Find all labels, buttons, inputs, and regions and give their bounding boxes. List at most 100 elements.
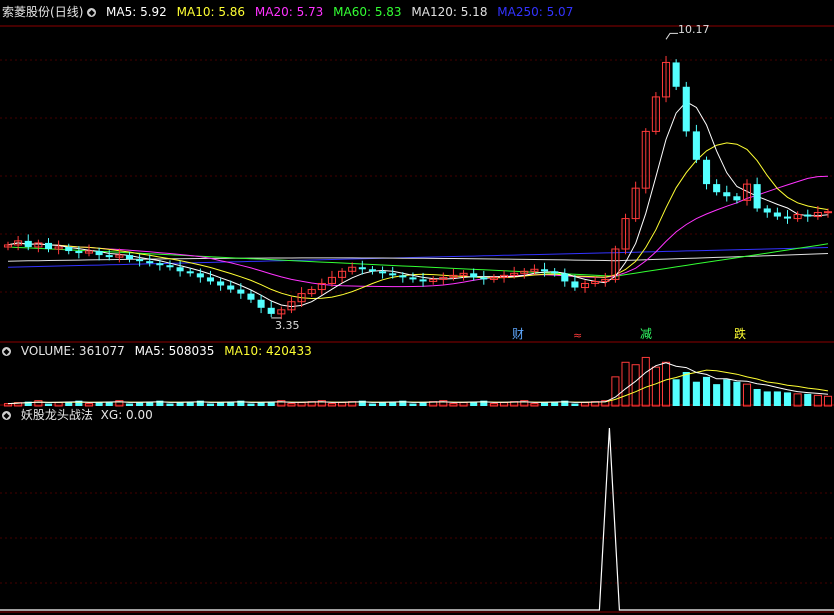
volume-bar-down [713, 384, 721, 406]
candle-body-down [247, 293, 255, 300]
candle-body-down [186, 271, 194, 274]
candle-body-down [156, 263, 164, 266]
candle-body-down [389, 273, 397, 276]
candle-body-down [702, 159, 711, 185]
candle-body-down [399, 275, 407, 278]
grid-lines [0, 25, 834, 613]
volume-bar-down [763, 391, 771, 406]
candle-body-down [470, 273, 478, 278]
candle-body-down [692, 131, 700, 160]
volume-bar-up [611, 376, 620, 407]
volume-bar-down [125, 403, 134, 406]
marker-die: 跌 [734, 326, 746, 341]
volume-bar-down [753, 389, 761, 406]
volume-panel-header: ◆ VOLUME: 361077 MA5: 508035 MA10: 42043… [2, 343, 318, 359]
candle-body-down [125, 255, 134, 260]
volume-bar-down [136, 402, 144, 406]
candle-body-down [783, 216, 792, 219]
candle-body-down [257, 299, 265, 308]
ma5-line [7, 101, 829, 308]
moving-average-lines [7, 101, 829, 308]
collapse-toggle-icon[interactable]: ◆ [87, 8, 97, 17]
ma120-label: MA120: 5.18 [411, 5, 488, 19]
volume-bar-down [804, 393, 812, 406]
volume-bar-down [672, 379, 680, 406]
price-panel-header: 索菱股份(日线) ◆ MA5: 5.92 MA10: 5.86 MA20: 5.… [2, 4, 579, 20]
candle-body-down [267, 307, 275, 314]
collapse-toggle-icon[interactable]: ◆ [2, 411, 11, 420]
ma60-label: MA60: 5.83 [333, 5, 402, 19]
volume-ma10: MA10: 420433 [224, 344, 312, 358]
volume-bar-down [166, 403, 174, 406]
candle-body-down [713, 184, 721, 193]
volume-bar-down [44, 403, 53, 406]
candle-body-down [95, 251, 103, 256]
low-price-label: 3.35 [275, 319, 300, 332]
indicator-value: XG: 0.00 [100, 408, 153, 422]
volume-bar-down [733, 381, 741, 406]
candle-body-down [237, 289, 245, 294]
ma20-label: MA20: 5.73 [254, 5, 324, 19]
candle-body-down [419, 279, 427, 282]
marker-jian: 减 [640, 327, 652, 341]
volume-bar-down [783, 392, 792, 406]
candle-body-down [379, 271, 387, 274]
candle-body-down [541, 269, 549, 272]
high-pointer [665, 32, 679, 40]
volume-bar-up [661, 361, 671, 407]
candle-body-down [733, 196, 741, 201]
candle-body-down [753, 184, 761, 209]
volume-bar-down [206, 403, 215, 406]
volume-bar-down [368, 403, 376, 406]
ma250-label: MA250: 5.07 [497, 5, 574, 19]
volume-bars [3, 356, 833, 407]
volume-bar-up [793, 393, 802, 407]
ma60-line [7, 243, 829, 277]
candle-body-down [480, 277, 488, 280]
volume-bar-down [217, 402, 225, 406]
marker-cai: 财 [512, 327, 524, 341]
candle-body-down [763, 208, 771, 213]
volume-bar-up [631, 364, 640, 407]
high-price-label: 10.17 [678, 23, 710, 36]
candle-body-down [571, 281, 579, 288]
indicator-panel-header: ◆ 妖股龙头战法 XG: 0.00 [2, 407, 159, 423]
volume-bar-up [641, 356, 650, 407]
volume-bar-up [813, 394, 822, 407]
volume-bar-down [682, 372, 690, 406]
marker-up-arrow: ≈ [573, 329, 582, 342]
candle-body-down [551, 271, 559, 274]
volume-ma5: MA5: 508035 [134, 344, 215, 358]
chart-canvas[interactable]: 10.17 3.35 财 ≈ 减 跌 [0, 0, 834, 615]
volume-bar-down [409, 403, 417, 406]
candle-body-down [65, 246, 73, 252]
candle-body-down [176, 267, 184, 272]
candle-body-down [368, 269, 376, 272]
collapse-toggle-icon[interactable]: ◆ [2, 347, 11, 356]
candle-body-up [823, 211, 833, 214]
candle-body-down [682, 86, 690, 132]
ma20-line [7, 175, 829, 288]
candle-body-down [196, 273, 204, 278]
candle-body-down [166, 265, 174, 268]
volume-bar-down [702, 376, 711, 406]
ma10-label: MA10: 5.86 [176, 5, 246, 19]
candle-body-down [672, 62, 680, 87]
candle-body-down [561, 273, 569, 282]
volume-bar-down [176, 402, 184, 406]
candle-body-down [227, 285, 235, 290]
xg-indicator [0, 427, 834, 611]
volume-bar-down [541, 402, 549, 406]
volume-bar-down [95, 402, 103, 406]
volume-bar-up [651, 366, 660, 407]
ma5-label: MA5: 5.92 [106, 5, 167, 19]
volume-bar-down [379, 402, 387, 406]
candle-body-down [409, 277, 417, 280]
stock-name: 索菱股份(日线) [2, 5, 84, 19]
xg-signal-spike [0, 427, 834, 611]
volume-bar-up [742, 383, 752, 407]
indicator-title: 妖股龙头战法 [20, 408, 93, 422]
volume-bar-down [692, 381, 700, 406]
candle-body-down [358, 267, 366, 270]
candlesticks [3, 55, 833, 320]
